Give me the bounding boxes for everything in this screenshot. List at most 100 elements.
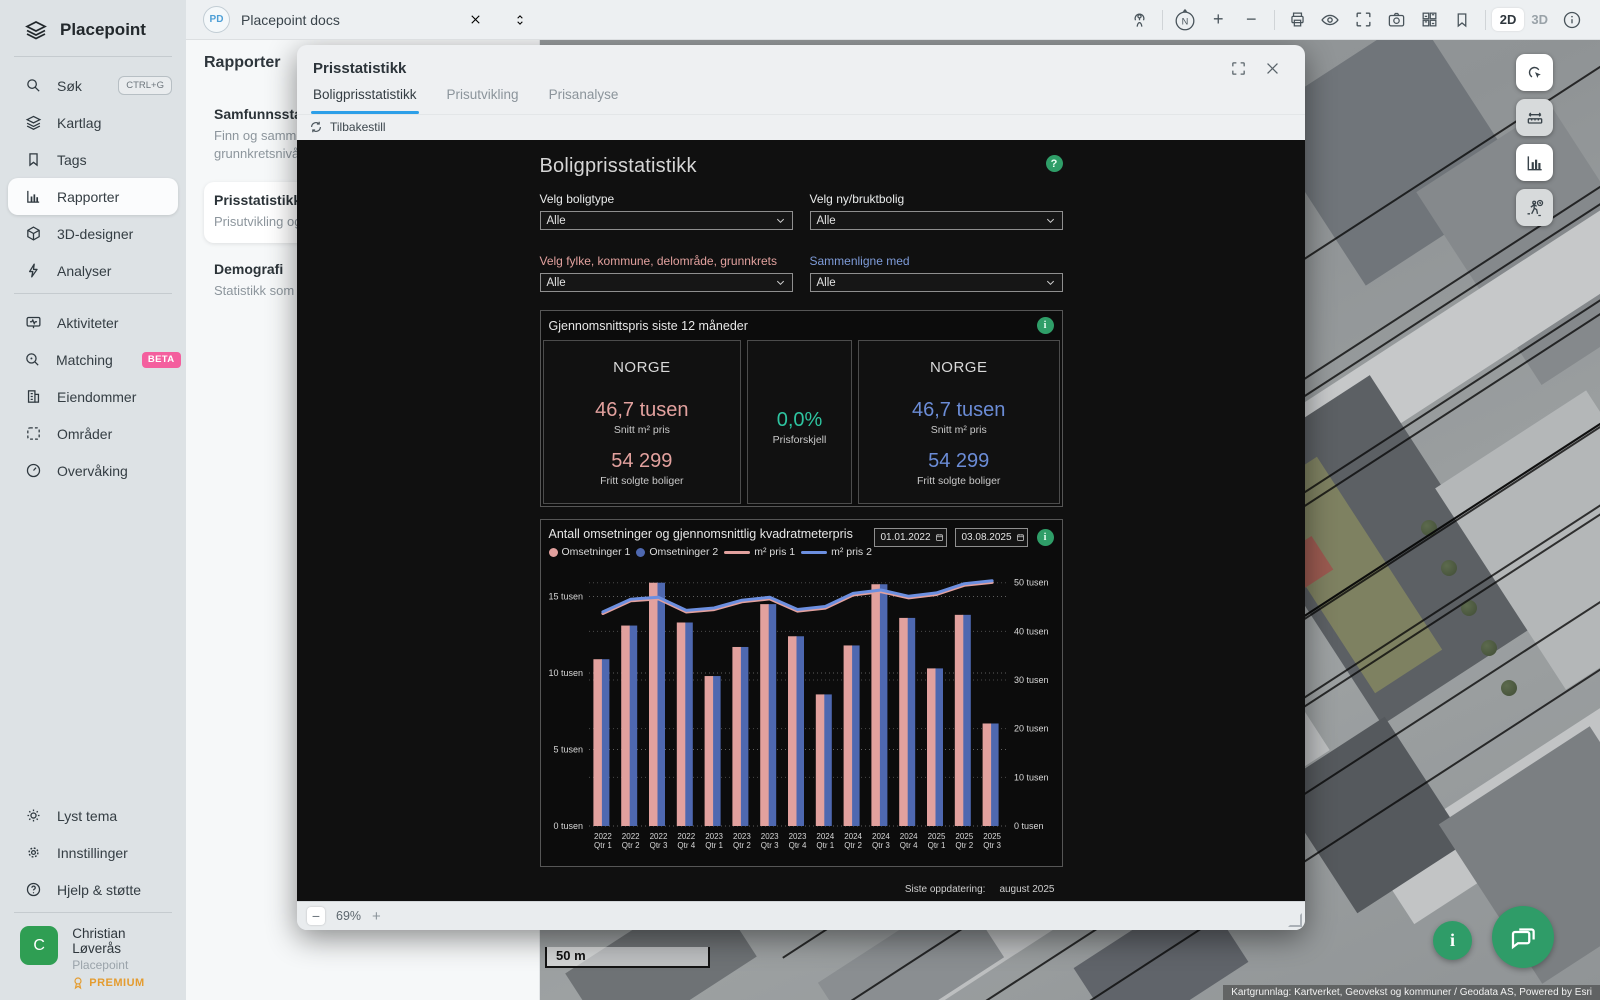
measure-button[interactable]	[1516, 99, 1553, 136]
zoom-out-icon[interactable]: −	[1235, 9, 1268, 30]
date-to-input[interactable]: 03.08.2025	[955, 528, 1028, 547]
svg-text:5 tusen: 5 tusen	[553, 744, 583, 754]
sidebar-item-innstillinger[interactable]: Innstillinger	[8, 834, 178, 871]
nybruktbolig-select[interactable]: Alle	[810, 211, 1063, 230]
user-name: Christian Løverås	[72, 926, 176, 956]
sidebar-item-3d-designer[interactable]: 3D-designer	[8, 215, 178, 252]
tab-prisutvikling[interactable]: Prisutvikling	[447, 85, 519, 114]
legend-swatch	[801, 551, 827, 554]
sidebar-item-overvaking[interactable]: Overvåking	[8, 452, 178, 489]
print-icon[interactable]	[1281, 10, 1314, 29]
compass-north-icon[interactable]: N	[1169, 7, 1202, 33]
street-view-icon[interactable]	[1123, 10, 1156, 29]
svg-text:2022: 2022	[677, 832, 695, 841]
sidebar-item-kartlag[interactable]: Kartlag	[8, 104, 178, 141]
user-meta: Christian Løverås Placepoint PREMIUM	[72, 926, 176, 990]
sidebar-item-rapporter[interactable]: Rapporter	[8, 178, 178, 215]
tab-boligprisstatistikk[interactable]: Boligprisstatistikk	[313, 85, 417, 114]
zoom-in-icon[interactable]: +	[1202, 9, 1235, 30]
lightning-icon	[24, 262, 42, 279]
toolbar-divider	[1274, 10, 1275, 30]
filter-sammenligne: Sammenligne med Alle	[810, 254, 1063, 292]
document-sort-icon[interactable]	[503, 13, 536, 27]
omrade-select[interactable]: Alle	[540, 273, 793, 292]
svg-text:Qtr 1: Qtr 1	[927, 841, 945, 850]
chevron-down-icon	[1045, 215, 1056, 226]
sidebar-item-lyst-tema[interactable]: Lyst tema	[8, 797, 178, 834]
bookmark-icon[interactable]	[1446, 11, 1479, 29]
document-tab[interactable]: PD Placepoint docs	[186, 6, 536, 33]
chevron-down-icon	[775, 277, 786, 288]
filter-boligtype: Velg boligtype Alle	[540, 192, 793, 230]
svg-text:Qtr 1: Qtr 1	[816, 841, 834, 850]
app-logo[interactable]: Placepoint	[0, 0, 186, 56]
chat-button[interactable]	[1492, 906, 1554, 968]
chevron-down-icon	[775, 215, 786, 226]
summary-header: Gjennomsnittspris siste 12 måneder	[549, 319, 748, 333]
map-info-button[interactable]: i	[1433, 921, 1472, 960]
svg-text:N: N	[1182, 16, 1189, 26]
travel-time-button[interactable]	[1516, 189, 1553, 226]
beta-badge: BETA	[142, 352, 181, 368]
zoom-out-button[interactable]: −	[307, 907, 325, 925]
sidebar-item-analyser[interactable]: Analyser	[8, 252, 178, 289]
cube-icon	[24, 225, 42, 242]
select-feature-button[interactable]	[1516, 54, 1553, 91]
widgets-icon[interactable]	[1413, 10, 1446, 29]
legend-swatch	[724, 551, 750, 554]
close-modal-icon[interactable]	[1255, 60, 1289, 77]
tab-prisanalyse[interactable]: Prisanalyse	[549, 85, 619, 114]
svg-text:10 tusen: 10 tusen	[548, 668, 583, 678]
sidebar-item-tags[interactable]: Tags	[8, 141, 178, 178]
layers-logo-icon	[24, 18, 48, 42]
boligtype-select[interactable]: Alle	[540, 211, 793, 230]
sidebar-item-aktiviteter[interactable]: Aktiviteter	[8, 304, 178, 341]
modal-title: Prisstatistikk	[313, 60, 1221, 77]
zoom-in-button[interactable]: +	[372, 908, 381, 925]
close-document-icon[interactable]	[459, 12, 492, 27]
svg-text:2024: 2024	[844, 832, 862, 841]
view-3d-button[interactable]: 3D	[1524, 8, 1555, 31]
svg-text:Qtr 4: Qtr 4	[788, 841, 806, 850]
sidebar-item-matching[interactable]: Matching BETA	[8, 341, 178, 378]
building-icon	[24, 388, 42, 405]
filter-form: Velg boligtype Alle Velg ny/bruktbolig A…	[540, 192, 1063, 292]
modal-toolbar: Tilbakestill	[297, 114, 1305, 140]
visibility-icon[interactable]	[1314, 10, 1347, 30]
svg-text:Qtr 1: Qtr 1	[594, 841, 612, 850]
chat-bubbles-icon	[1508, 922, 1538, 952]
topbar-icon-group: N + −	[1123, 7, 1600, 33]
toolbar-divider	[1162, 10, 1163, 30]
sun-icon	[24, 807, 42, 824]
modal-footer: − 69% +	[297, 901, 1305, 930]
help-icon[interactable]: ?	[1046, 155, 1063, 172]
date-from-input[interactable]: 01.01.2022	[874, 528, 947, 547]
scale-label: 50 m	[556, 948, 586, 963]
reset-button[interactable]: Tilbakestill	[330, 120, 386, 134]
sidebar-item-hjelp[interactable]: Hjelp & støtte	[8, 871, 178, 908]
cursor-select-icon	[1525, 63, 1545, 83]
chart-info-icon[interactable]: i	[1037, 529, 1054, 546]
screenshot-icon[interactable]	[1380, 10, 1413, 29]
sidebar-item-eiendommer[interactable]: Eiendommer	[8, 378, 178, 415]
help-circle-icon	[24, 881, 42, 898]
svg-text:Qtr 1: Qtr 1	[705, 841, 723, 850]
svg-text:Qtr 2: Qtr 2	[844, 841, 862, 850]
summary-info-icon[interactable]: i	[1037, 317, 1054, 334]
filter-nybruktbolig: Velg ny/bruktbolig Alle	[810, 192, 1063, 230]
statistics-button[interactable]	[1516, 144, 1553, 181]
toolbar-divider	[1485, 10, 1486, 30]
user-profile[interactable]: C Christian Løverås Placepoint PREMIUM	[0, 913, 186, 1000]
last-updated: Siste oppdatering: august 2025	[540, 884, 1063, 895]
avg-price-value: 46,7 tusen	[912, 399, 1005, 422]
fullscreen-icon[interactable]	[1347, 10, 1380, 29]
sidebar-item-omrader[interactable]: Områder	[8, 415, 178, 452]
view-2d-button[interactable]: 2D	[1492, 8, 1525, 31]
about-icon[interactable]	[1555, 10, 1588, 30]
resize-handle[interactable]	[1288, 913, 1302, 927]
sammenligne-select[interactable]: Alle	[810, 273, 1063, 292]
walking-time-icon	[1525, 198, 1545, 218]
sidebar-item-sok[interactable]: Søk CTRL+G	[8, 67, 178, 104]
expand-modal-icon[interactable]	[1221, 60, 1255, 77]
svg-text:50 tusen: 50 tusen	[1014, 578, 1049, 588]
